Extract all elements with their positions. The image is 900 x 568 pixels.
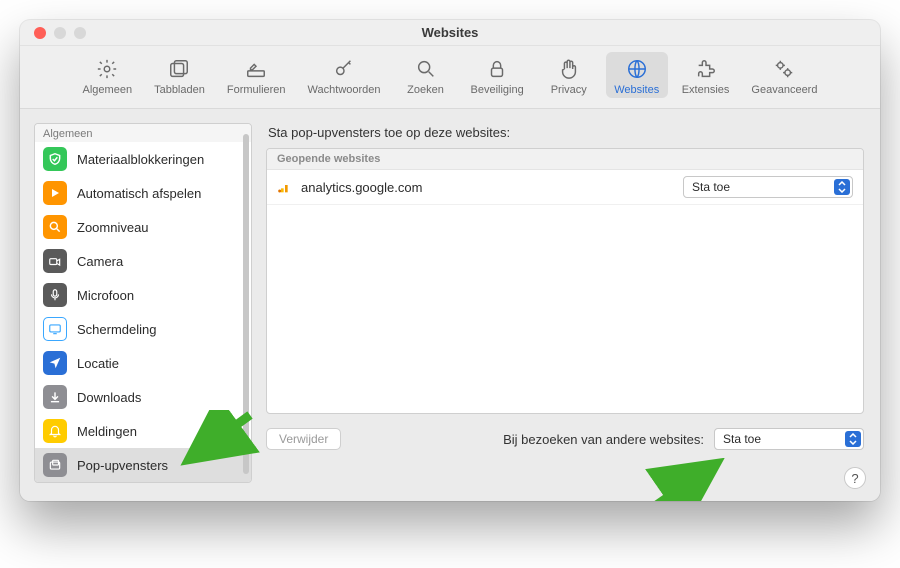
camera-icon [43, 249, 67, 273]
popup-window-icon [43, 453, 67, 477]
window-title: Websites [20, 25, 880, 40]
preferences-toolbar: Algemeen Tabbladen Formulieren Wachtwoor… [20, 46, 880, 109]
gear-icon [94, 56, 120, 82]
scrollbar-thumb[interactable] [243, 134, 249, 474]
sidebar: Algemeen Materiaalblokkeringen Automatis… [34, 123, 252, 483]
panel-footer: Verwijder Bij bezoeken van andere websit… [266, 428, 864, 450]
download-icon [43, 385, 67, 409]
panel-title: Sta pop-upvensters toe op deze websites: [268, 125, 864, 140]
sidebar-item-camera[interactable]: Camera [35, 244, 251, 278]
tab-passwords[interactable]: Wachtwoorden [300, 52, 389, 98]
tab-extensions[interactable]: Extensies [674, 52, 738, 98]
sidebar-item-content-blockers[interactable]: Materiaalblokkeringen [35, 142, 251, 176]
tab-advanced[interactable]: Geavanceerd [743, 52, 825, 98]
select-value: Sta toe [723, 432, 761, 446]
puzzle-icon [693, 56, 719, 82]
website-row[interactable]: analytics.google.com Sta toe [267, 170, 863, 205]
sidebar-item-label: Locatie [77, 356, 119, 371]
search-icon [413, 56, 439, 82]
list-section-header: Geopende websites [267, 149, 863, 170]
sidebar-item-zoom[interactable]: Zoomniveau [35, 210, 251, 244]
tab-websites[interactable]: Websites [606, 52, 668, 98]
preferences-window: Websites Algemeen Tabbladen Formulieren … [20, 20, 880, 501]
tab-security[interactable]: Beveiliging [463, 52, 532, 98]
titlebar: Websites [20, 20, 880, 46]
play-icon [43, 181, 67, 205]
tab-tabs[interactable]: Tabbladen [146, 52, 213, 98]
key-icon [331, 56, 357, 82]
zoom-icon [43, 215, 67, 239]
pencil-field-icon [243, 56, 269, 82]
location-arrow-icon [43, 351, 67, 375]
screen-share-icon [43, 317, 67, 341]
default-policy-label: Bij bezoeken van andere websites: [503, 432, 704, 447]
sidebar-scrollbar[interactable] [243, 130, 249, 476]
site-domain: analytics.google.com [301, 180, 422, 195]
sidebar-item-label: Downloads [77, 390, 141, 405]
tab-general[interactable]: Algemeen [75, 52, 141, 98]
websites-list: Geopende websites analytics.google.com S… [266, 148, 864, 414]
sidebar-item-label: Meldingen [77, 424, 137, 439]
sidebar-item-label: Schermdeling [77, 322, 157, 337]
shield-check-icon [43, 147, 67, 171]
microphone-icon [43, 283, 67, 307]
tabs-icon [166, 56, 192, 82]
default-policy-select[interactable]: Sta toe [714, 428, 864, 450]
sidebar-item-downloads[interactable]: Downloads [35, 380, 251, 414]
content-area: Algemeen Materiaalblokkeringen Automatis… [20, 109, 880, 501]
sidebar-item-label: Pop-upvensters [77, 458, 168, 473]
site-favicon-icon [277, 179, 293, 195]
select-value: Sta toe [692, 180, 730, 194]
tab-search[interactable]: Zoeken [395, 52, 457, 98]
bell-icon [43, 419, 67, 443]
chevron-updown-icon [845, 431, 861, 447]
sidebar-item-autoplay[interactable]: Automatisch afspelen [35, 176, 251, 210]
hand-icon [556, 56, 582, 82]
tab-privacy[interactable]: Privacy [538, 52, 600, 98]
sidebar-section-header: Algemeen [35, 124, 251, 142]
sidebar-item-label: Zoomniveau [77, 220, 149, 235]
sidebar-item-label: Automatisch afspelen [77, 186, 201, 201]
sidebar-item-popups[interactable]: Pop-upvensters [35, 448, 251, 482]
main-panel: Sta pop-upvensters toe op deze websites:… [266, 123, 864, 483]
remove-button[interactable]: Verwijder [266, 428, 341, 450]
sidebar-item-label: Microfoon [77, 288, 134, 303]
sidebar-item-location[interactable]: Locatie [35, 346, 251, 380]
sidebar-item-screensharing[interactable]: Schermdeling [35, 312, 251, 346]
sidebar-item-label: Camera [77, 254, 123, 269]
lock-icon [484, 56, 510, 82]
gears-icon [771, 56, 797, 82]
site-permission-select[interactable]: Sta toe [683, 176, 853, 198]
chevron-updown-icon [834, 179, 850, 195]
sidebar-item-microphone[interactable]: Microfoon [35, 278, 251, 312]
tab-autofill[interactable]: Formulieren [219, 52, 294, 98]
help-button[interactable]: ? [844, 467, 866, 489]
globe-icon [624, 56, 650, 82]
sidebar-item-notifications[interactable]: Meldingen [35, 414, 251, 448]
sidebar-item-label: Materiaalblokkeringen [77, 152, 204, 167]
